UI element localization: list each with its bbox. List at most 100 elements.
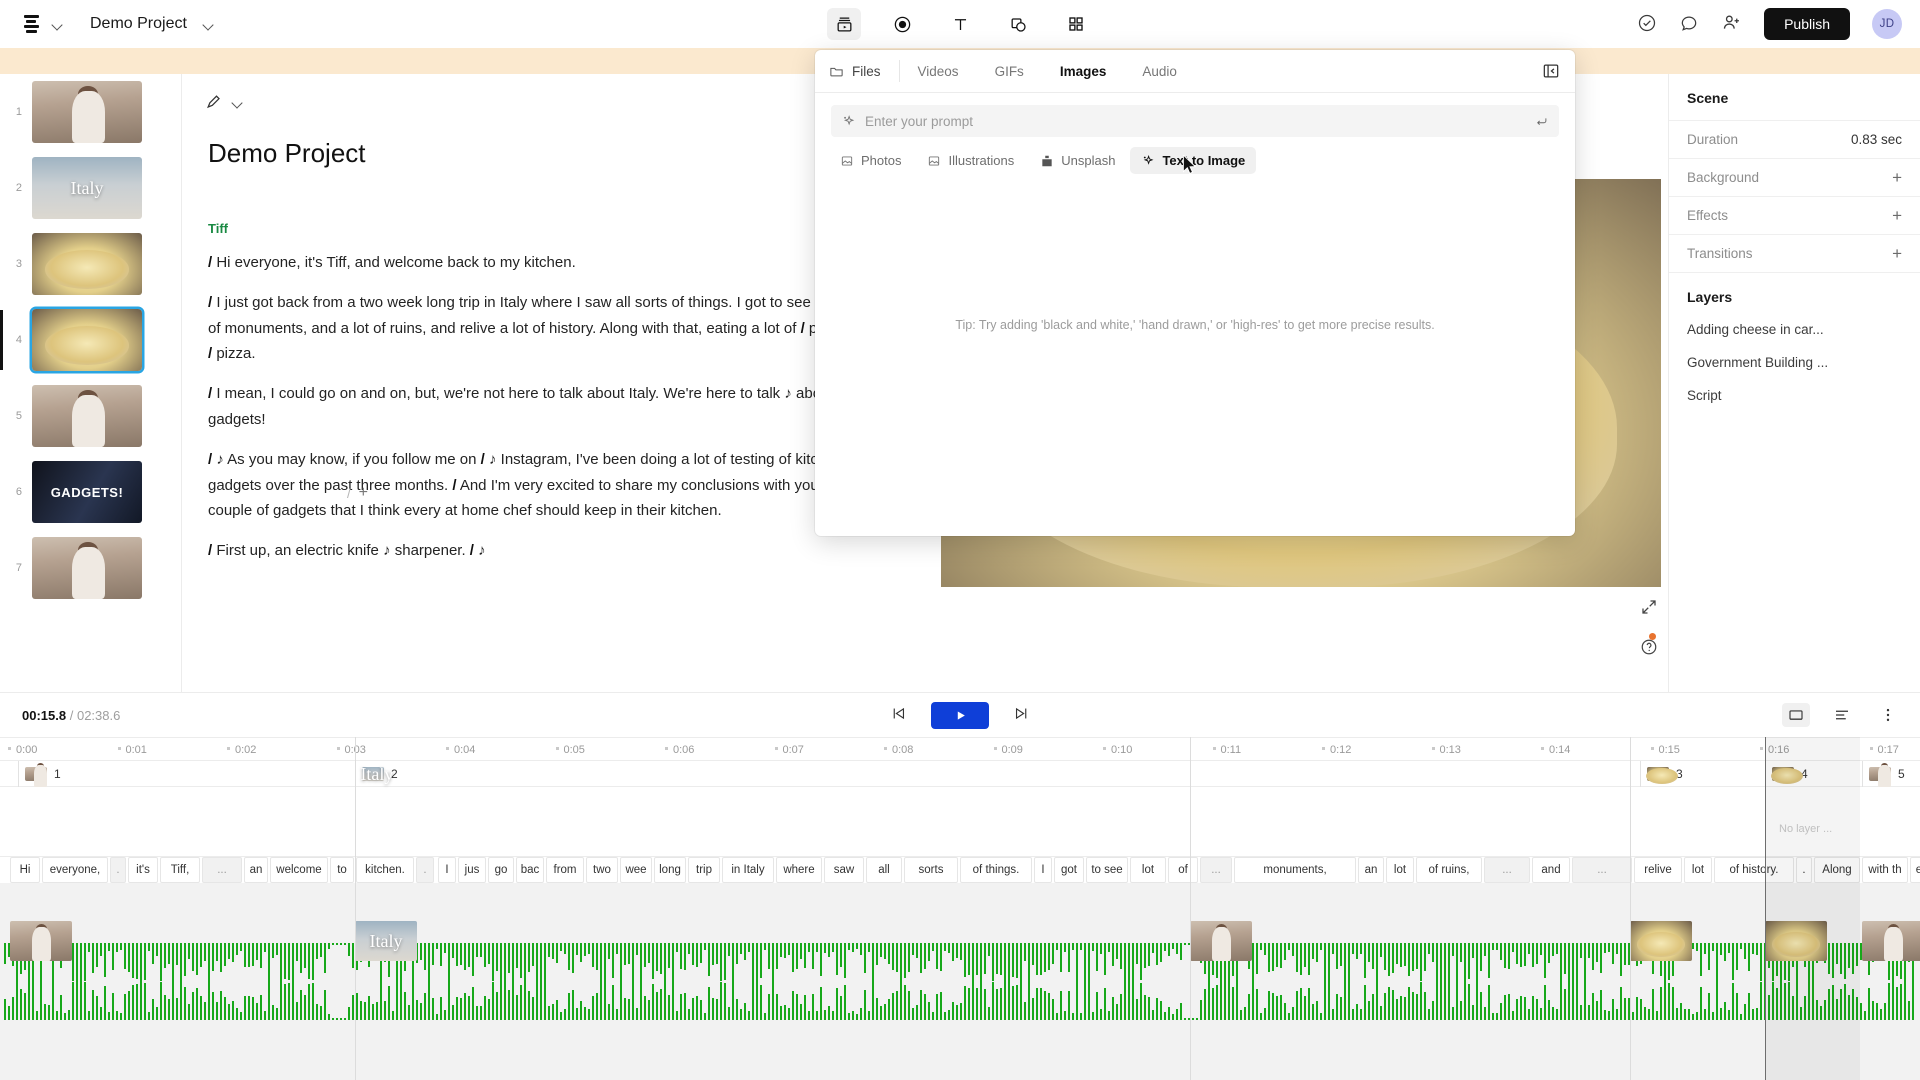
scene-thumbnail-list[interactable]: 1 2 3 4 5 6 7 <box>0 74 182 692</box>
caption-word[interactable]: bac <box>516 857 544 883</box>
caption-word[interactable]: got <box>1054 857 1084 883</box>
caption-word[interactable]: jus <box>458 857 486 883</box>
caption-word[interactable]: of <box>1168 857 1198 883</box>
caption-word[interactable]: with th <box>1862 857 1908 883</box>
layer-item[interactable]: Script <box>1669 379 1920 412</box>
caption-word[interactable]: everyone, <box>42 857 108 883</box>
scene-thumbnail-4[interactable]: 4 <box>0 302 181 378</box>
skip-back-button[interactable] <box>890 705 907 725</box>
caption-word[interactable]: trip <box>688 857 720 883</box>
timeline-scene-chip[interactable]: 2 <box>355 761 398 787</box>
scene-prop-transitions[interactable]: Transitions + <box>1669 234 1920 272</box>
caption-word[interactable]: an <box>1358 857 1384 883</box>
project-chevron-down-icon[interactable] <box>201 17 215 31</box>
timeline-clip-thumbnail[interactable] <box>1630 921 1692 961</box>
prompt-input[interactable] <box>865 113 1525 129</box>
caption-word[interactable]: relive <box>1634 857 1682 883</box>
scene-prop-duration[interactable]: Duration 0.83 sec <box>1669 120 1920 158</box>
text-icon[interactable] <box>943 8 977 40</box>
timeline-clip-thumbnail[interactable] <box>1862 921 1920 961</box>
timeline-scene-track[interactable]: 12345 <box>0 761 1920 787</box>
caption-word[interactable]: . <box>416 857 434 883</box>
caption-word[interactable]: ... <box>1484 857 1530 883</box>
caption-word[interactable]: wee <box>620 857 652 883</box>
shapes-icon[interactable] <box>1001 8 1035 40</box>
timeline-clip-thumbnail[interactable] <box>355 921 417 961</box>
source-unsplash[interactable]: Unsplash <box>1029 147 1126 174</box>
script-paragraph[interactable]: / I just got back from a two week long t… <box>182 276 882 367</box>
timeline-audio-waveform[interactable] <box>0 883 1920 1080</box>
tab-audio[interactable]: Audio <box>1124 64 1195 79</box>
caption-word[interactable]: an <box>244 857 268 883</box>
caption-word[interactable]: eati <box>1910 857 1920 883</box>
caption-word[interactable]: Hi <box>10 857 40 883</box>
caption-word[interactable]: to <box>330 857 354 883</box>
timeline-layer-track[interactable]: No layer ... <box>0 787 1920 857</box>
caption-word[interactable]: sorts <box>904 857 958 883</box>
timeline-scene-chip[interactable]: 3 <box>1640 761 1683 787</box>
caption-word[interactable]: where <box>776 857 822 883</box>
chevron-down-icon[interactable] <box>50 17 64 31</box>
scene-prop-background[interactable]: Background + <box>1669 158 1920 196</box>
caption-word[interactable]: Tiff, <box>160 857 200 883</box>
highlighter-icon[interactable] <box>204 92 224 112</box>
comment-icon[interactable] <box>1679 13 1699 36</box>
caption-word[interactable]: lot <box>1130 857 1166 883</box>
timeline-clip-thumbnail[interactable] <box>10 921 72 961</box>
scene-thumbnail-2[interactable]: 2 <box>0 150 181 226</box>
caption-word[interactable]: from <box>546 857 584 883</box>
caption-word[interactable]: lot <box>1684 857 1712 883</box>
caption-word[interactable]: welcome <box>270 857 328 883</box>
publish-button[interactable]: Publish <box>1764 8 1850 40</box>
scene-thumbnail-7[interactable]: 7 <box>0 530 181 606</box>
timeline-ruler[interactable]: 0:00 0:01 0:02 0:03 0:04 0:05 0:06 0:07 0:08 0:09… <box>0 737 1920 761</box>
play-button[interactable] <box>931 701 989 729</box>
tab-gifs[interactable]: GIFs <box>977 64 1042 79</box>
scene-thumbnail-5[interactable]: 5 <box>0 378 181 454</box>
grid-icon[interactable] <box>1059 8 1093 40</box>
caption-word[interactable]: lot <box>1386 857 1414 883</box>
layer-item[interactable]: Government Building ... <box>1669 346 1920 379</box>
list-view-toggle[interactable] <box>1828 703 1856 727</box>
layer-item[interactable]: Adding cheese in car... <box>1669 313 1920 346</box>
script-tool-chevron-down-icon[interactable] <box>230 95 244 109</box>
add-transitions-button[interactable]: + <box>1892 245 1902 262</box>
add-background-button[interactable]: + <box>1892 169 1902 186</box>
timeline-clip-thumbnail[interactable] <box>1190 921 1252 961</box>
tab-images[interactable]: Images <box>1042 64 1125 79</box>
scene-prop-effects[interactable]: Effects + <box>1669 196 1920 234</box>
media-icon[interactable] <box>827 8 861 40</box>
caption-word[interactable]: ... <box>1200 857 1232 883</box>
source-photos[interactable]: Photos <box>829 147 912 174</box>
caption-word[interactable]: . <box>110 857 126 883</box>
add-media-button[interactable]: + <box>359 484 368 502</box>
help-icon[interactable] <box>1638 633 1660 658</box>
avatar[interactable]: JD <box>1872 9 1902 39</box>
caption-word[interactable]: kitchen. <box>356 857 414 883</box>
caption-word[interactable]: of things. <box>960 857 1032 883</box>
timeline-scene-chip[interactable]: 1 <box>18 761 61 787</box>
caption-word[interactable]: monuments, <box>1234 857 1356 883</box>
caption-word[interactable]: saw <box>824 857 864 883</box>
timeline-scene-chip[interactable]: 5 <box>1862 761 1905 787</box>
tab-files[interactable]: Files <box>829 60 900 82</box>
script-paragraph[interactable]: / I mean, I could go on and on, but, we'… <box>182 367 882 433</box>
prompt-field[interactable] <box>831 105 1559 137</box>
check-circle-icon[interactable] <box>1637 13 1657 36</box>
scene-thumbnail-6[interactable]: 6 <box>0 454 181 530</box>
caption-word[interactable]: in Italy <box>722 857 774 883</box>
scene-thumbnail-1[interactable]: 1 <box>0 74 181 150</box>
caption-word[interactable]: of ruins, <box>1416 857 1482 883</box>
caption-word[interactable]: two <box>586 857 618 883</box>
add-effects-button[interactable]: + <box>1892 207 1902 224</box>
caption-word[interactable]: I <box>438 857 456 883</box>
more-options-button[interactable] <box>1874 703 1902 727</box>
caption-word[interactable]: all <box>866 857 902 883</box>
caption-word[interactable]: I <box>1034 857 1052 883</box>
add-user-icon[interactable] <box>1721 12 1742 36</box>
caption-word[interactable]: long <box>654 857 686 883</box>
source-illustrations[interactable]: Illustrations <box>916 147 1025 174</box>
caption-word[interactable]: and <box>1532 857 1570 883</box>
script-paragraph[interactable]: / Hi everyone, it's Tiff, and welcome ba… <box>182 236 882 276</box>
menu-icon[interactable] <box>18 11 44 37</box>
